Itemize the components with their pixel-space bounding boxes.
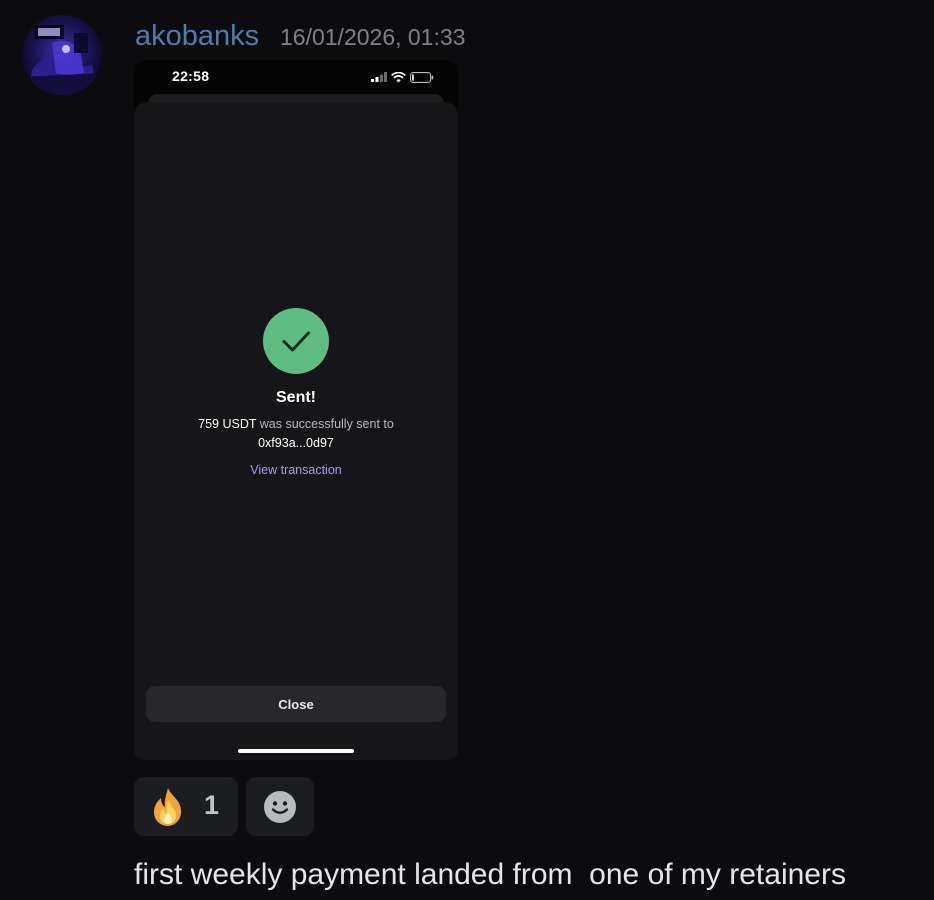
home-indicator bbox=[238, 749, 354, 753]
status-bar-time: 22:58 bbox=[172, 68, 210, 84]
wifi-icon bbox=[391, 71, 406, 82]
user-avatar[interactable] bbox=[22, 15, 102, 95]
recipient-address: 0xf93a...0d97 bbox=[258, 436, 334, 450]
chat-message: akobanks 16/01/2026, 01:33 22:58 Sent! 7… bbox=[0, 0, 934, 900]
reaction-count: 1 bbox=[204, 790, 220, 820]
username[interactable]: akobanks bbox=[135, 16, 259, 56]
add-reaction-button[interactable] bbox=[246, 777, 314, 836]
battery-icon bbox=[410, 71, 434, 83]
sent-title: Sent! bbox=[276, 389, 316, 406]
image-attachment[interactable]: 22:58 Sent! 759 USDT was successfully se… bbox=[134, 60, 458, 760]
sent-description-suffix: was successfully sent to bbox=[256, 417, 394, 431]
success-sheet: Sent! 759 USDT was successfully sent to … bbox=[134, 102, 458, 760]
message-text: first weekly payment landed from one of … bbox=[134, 858, 846, 891]
success-check-icon bbox=[263, 308, 329, 374]
reaction-fire[interactable]: 1 bbox=[134, 777, 238, 836]
close-button[interactable]: Close bbox=[146, 686, 446, 722]
view-transaction-link[interactable]: View transaction bbox=[134, 463, 458, 477]
fire-emoji-icon bbox=[154, 788, 182, 826]
signal-icon bbox=[371, 72, 387, 82]
sent-amount: 759 USDT bbox=[198, 417, 257, 431]
add-reaction-icon bbox=[264, 790, 296, 823]
sent-description: 759 USDT was successfully sent to bbox=[134, 417, 458, 431]
status-bar-icons bbox=[371, 70, 434, 84]
message-timestamp: 16/01/2026, 01:33 bbox=[280, 24, 466, 50]
